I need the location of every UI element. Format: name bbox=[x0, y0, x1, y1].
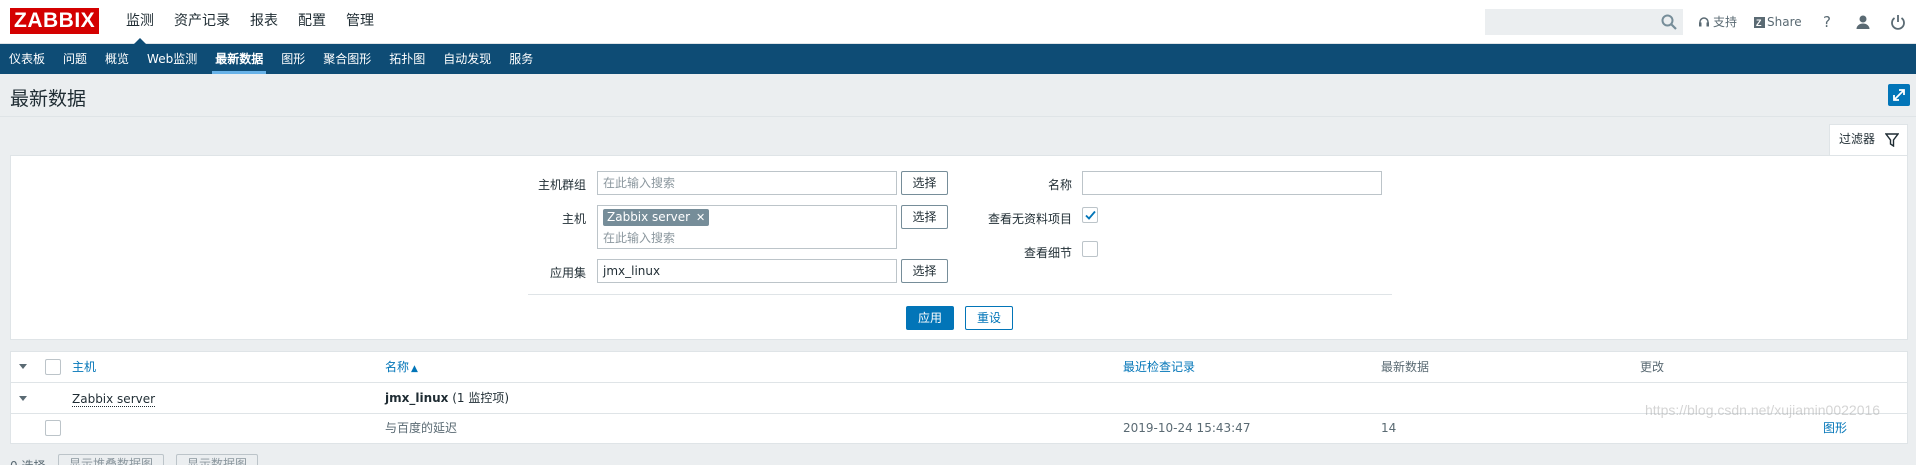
display-graph-button[interactable]: 显示数据图 bbox=[176, 454, 259, 465]
show-no-data-label: 查看无资料项目 bbox=[987, 212, 1072, 226]
header-name[interactable]: 名称 ▲ bbox=[385, 352, 418, 382]
footer-actions: 0 选择 显示堆叠数据图 显示数据图 bbox=[0, 452, 1916, 465]
fullscreen-icon bbox=[1893, 89, 1905, 101]
apply-button[interactable]: 应用 bbox=[906, 306, 954, 330]
header-divider bbox=[11, 382, 1907, 383]
header-host[interactable]: 主机 bbox=[72, 352, 96, 382]
selected-count: 0 选择 bbox=[10, 457, 45, 465]
support-label: 支持 bbox=[1713, 15, 1738, 29]
support-link[interactable]: 支持 bbox=[1698, 0, 1737, 44]
application-select-button[interactable]: 选择 bbox=[901, 259, 948, 283]
group-host: Zabbix server bbox=[72, 384, 156, 414]
application-label: 应用集 bbox=[549, 266, 586, 280]
show-no-data-checkbox[interactable] bbox=[1082, 207, 1098, 223]
host-select-button[interactable]: 选择 bbox=[901, 205, 948, 229]
latest-data-table: 主机 名称 ▲ 最近检查记录 最新数据 更改 Zabbix server jmx_… bbox=[10, 351, 1908, 444]
sign-out-icon[interactable] bbox=[1890, 13, 1906, 31]
zabbix-logo[interactable]: ZABBIX bbox=[10, 8, 100, 34]
nav-monitoring[interactable]: 监测 bbox=[116, 0, 164, 45]
share-label: Share bbox=[1767, 15, 1802, 29]
subnav-dashboard[interactable]: 仪表板 bbox=[0, 44, 54, 74]
header-name-label: 名称 bbox=[385, 360, 410, 374]
host-group-label: 主机群组 bbox=[537, 178, 586, 192]
subnav-screens[interactable]: 聚合图形 bbox=[314, 44, 380, 74]
title-divider bbox=[0, 116, 1916, 117]
remove-chip-icon[interactable]: ✕ bbox=[696, 209, 705, 226]
host-link[interactable]: Zabbix server bbox=[72, 392, 156, 407]
sort-asc-icon: ▲ bbox=[411, 364, 418, 374]
top-header: ZABBIX 监测 资产记录 报表 配置 管理 支持 Z Share ? bbox=[0, 0, 1916, 45]
host-group-input[interactable]: 在此输入搜索 bbox=[597, 171, 897, 195]
headset-icon bbox=[1699, 17, 1709, 27]
svg-text:Z: Z bbox=[1756, 18, 1762, 28]
item-last-value: 14 bbox=[1381, 421, 1397, 435]
item-name: 与百度的延迟 bbox=[385, 421, 458, 435]
fullscreen-button[interactable] bbox=[1888, 84, 1910, 106]
subnav-overview[interactable]: 概览 bbox=[96, 44, 138, 74]
checkmark-icon bbox=[1085, 210, 1096, 220]
share-link[interactable]: Z Share bbox=[1754, 0, 1802, 44]
item-count: (1 监控项) bbox=[452, 391, 510, 405]
group-application: jmx_linux (1 监控项) bbox=[385, 383, 509, 413]
subnav-problems[interactable]: 问题 bbox=[54, 44, 96, 74]
stacked-graph-button[interactable]: 显示堆叠数据图 bbox=[58, 454, 165, 465]
reset-button[interactable]: 重设 bbox=[965, 306, 1013, 330]
watermark: https://blog.csdn.net/xujiamin0022016 bbox=[1645, 402, 1881, 418]
search-input[interactable] bbox=[1485, 9, 1683, 35]
search-icon[interactable] bbox=[1660, 13, 1678, 31]
nav-reports[interactable]: 报表 bbox=[240, 0, 288, 44]
subnav-graphs[interactable]: 图形 bbox=[272, 44, 314, 74]
host-group-select-button[interactable]: 选择 bbox=[901, 171, 948, 195]
header-last-value: 最新数据 bbox=[1381, 360, 1430, 374]
sub-nav: 仪表板 问题 概览 Web监测 最新数据 图形 聚合图形 拓扑图 自动发现 服务 bbox=[0, 44, 1916, 74]
user-profile-icon[interactable] bbox=[1855, 14, 1871, 30]
subnav-discovery[interactable]: 自动发现 bbox=[434, 44, 500, 74]
name-input[interactable] bbox=[1082, 171, 1382, 195]
help-icon[interactable]: ? bbox=[1823, 13, 1835, 31]
application-name: jmx_linux bbox=[385, 391, 449, 405]
host-label: 主机 bbox=[561, 212, 586, 226]
share-logo-icon: Z bbox=[1754, 16, 1765, 28]
subnav-latest-data[interactable]: 最新数据 bbox=[206, 44, 272, 74]
filter-panel bbox=[10, 155, 1908, 340]
collapse-group-icon[interactable] bbox=[19, 396, 27, 401]
filter-divider bbox=[528, 294, 1392, 295]
host-chip-label: Zabbix server bbox=[607, 210, 691, 224]
nav-inventory[interactable]: 资产记录 bbox=[164, 0, 240, 44]
application-input[interactable]: jmx_linux bbox=[597, 259, 897, 283]
collapse-all-icon[interactable] bbox=[19, 364, 27, 369]
show-details-checkbox[interactable] bbox=[1082, 241, 1098, 257]
subnav-services[interactable]: 服务 bbox=[500, 44, 542, 74]
nav-administration[interactable]: 管理 bbox=[336, 0, 384, 44]
funnel-icon bbox=[1885, 133, 1899, 147]
nav-configuration[interactable]: 配置 bbox=[288, 0, 336, 44]
item-last-check: 2019-10-24 15:43:47 bbox=[1123, 421, 1251, 435]
header-last-check[interactable]: 最近检查记录 bbox=[1123, 352, 1195, 382]
name-label: 名称 bbox=[1047, 178, 1072, 192]
subnav-web[interactable]: Web监测 bbox=[138, 44, 206, 74]
host-chip: Zabbix server ✕ bbox=[603, 209, 710, 226]
filter-tab[interactable]: 过滤器 bbox=[1829, 124, 1908, 156]
host-multiselect[interactable]: Zabbix server ✕ 在此输入搜索 bbox=[597, 205, 897, 249]
subnav-maps[interactable]: 拓扑图 bbox=[380, 44, 434, 74]
select-all-checkbox[interactable] bbox=[45, 359, 61, 375]
host-placeholder: 在此输入搜索 bbox=[603, 231, 676, 245]
filter-tab-label: 过滤器 bbox=[1839, 132, 1876, 146]
header-change: 更改 bbox=[1640, 360, 1665, 374]
row-divider bbox=[11, 413, 1907, 414]
page-title: 最新数据 bbox=[10, 88, 87, 110]
show-details-label: 查看细节 bbox=[1023, 246, 1072, 260]
row-checkbox[interactable] bbox=[45, 420, 61, 436]
main-nav: 监测 资产记录 报表 配置 管理 bbox=[116, 0, 384, 45]
